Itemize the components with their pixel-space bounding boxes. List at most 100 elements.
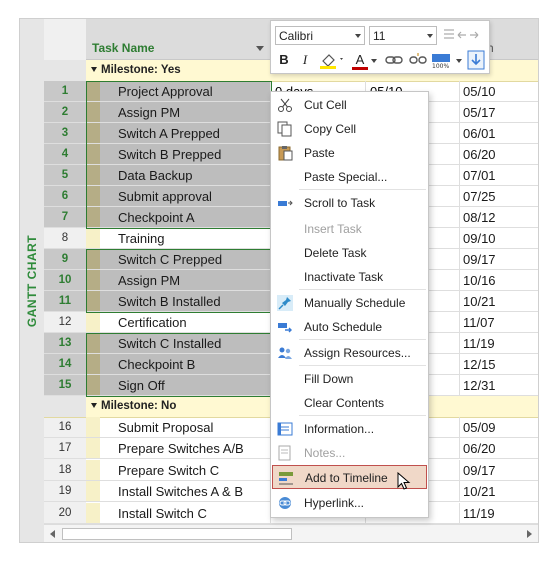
finish-cell[interactable]: 06/20	[460, 144, 538, 165]
column-dropdown-icon[interactable]	[256, 46, 264, 51]
row-number[interactable]: 6	[44, 186, 86, 207]
menu-item-fill-down[interactable]: Fill Down	[272, 367, 427, 391]
menu-item-assign-resources[interactable]: Assign Resources...	[272, 341, 427, 365]
percent-complete-icon[interactable]: 100%	[431, 51, 453, 69]
font-name-dropdown[interactable]: Calibri	[275, 26, 365, 45]
row-number[interactable]: 14	[44, 354, 86, 375]
task-name-cell[interactable]: Data Backup	[86, 165, 271, 186]
collapse-triangle-icon[interactable]	[91, 67, 97, 72]
row-number[interactable]: 17	[44, 438, 86, 460]
task-name-cell[interactable]: Install Switches A & B	[86, 481, 271, 503]
horizontal-scrollbar[interactable]	[44, 524, 538, 542]
finish-cell[interactable]: 10/21	[460, 481, 538, 503]
finish-cell[interactable]: 05/17	[460, 102, 538, 123]
mark-on-track-icon[interactable]	[467, 50, 485, 70]
finish-cell[interactable]: 06/01	[460, 123, 538, 144]
task-name-cell[interactable]: Switch C Installed	[86, 333, 271, 354]
menu-item-delete-task[interactable]: Delete Task	[272, 241, 427, 265]
menu-item-inactivate-task[interactable]: Inactivate Task	[272, 265, 427, 289]
task-name-cell[interactable]: Assign PM	[86, 270, 271, 291]
task-name-cell[interactable]: Prepare Switch C	[86, 459, 271, 481]
task-name-cell[interactable]: Certification	[86, 312, 271, 333]
menu-item-manually-schedule[interactable]: Manually Schedule	[272, 291, 427, 315]
bold-button[interactable]: B	[277, 50, 291, 70]
people-icon	[277, 345, 293, 361]
font-size-dropdown[interactable]: 11	[369, 26, 437, 45]
row-number[interactable]: 20	[44, 503, 86, 524]
menu-item-auto-schedule[interactable]: Auto Schedule	[272, 315, 427, 339]
task-name-cell[interactable]: Switch B Installed	[86, 291, 271, 312]
task-name-cell[interactable]: Checkpoint A	[86, 207, 271, 228]
row-number[interactable]: 12	[44, 312, 86, 333]
finish-cell[interactable]: 11/19	[460, 503, 538, 524]
menu-item-scroll-to-task[interactable]: Scroll to Task	[272, 191, 427, 215]
link-icon[interactable]	[385, 52, 403, 68]
task-name-cell[interactable]: Submit approval	[86, 186, 271, 207]
fill-color-icon[interactable]	[318, 50, 346, 70]
row-number[interactable]: 13	[44, 333, 86, 354]
row-number[interactable]: 5	[44, 165, 86, 186]
finish-cell[interactable]: 06/20	[460, 438, 538, 460]
menu-item-paste[interactable]: Paste	[272, 141, 427, 165]
task-name-cell[interactable]: Project Approval	[86, 81, 271, 102]
task-name-cell[interactable]: Submit Proposal	[86, 417, 271, 438]
scroll-task-icon	[277, 195, 293, 211]
task-name-cell[interactable]: Switch B Prepped	[86, 144, 271, 165]
scrollbar-thumb[interactable]	[62, 528, 292, 540]
task-name-cell[interactable]: Sign Off	[86, 375, 271, 396]
chevron-down-icon[interactable]	[371, 59, 377, 63]
task-name-cell[interactable]: Assign PM	[86, 102, 271, 123]
task-name-cell[interactable]: Training	[86, 228, 271, 249]
row-number[interactable]: 16	[44, 417, 86, 438]
task-name-cell[interactable]: Checkpoint B	[86, 354, 271, 375]
task-name-cell[interactable]: Prepare Switches A/B	[86, 438, 271, 460]
finish-cell[interactable]: 05/10	[460, 81, 538, 102]
task-name-cell[interactable]: Install Switch C	[86, 502, 271, 524]
finish-cell[interactable]: 11/19	[460, 333, 538, 354]
task-name-column-header[interactable]: Task Name	[92, 41, 154, 55]
row-number[interactable]: 1	[44, 81, 86, 102]
finish-cell[interactable]: 09/10	[460, 228, 538, 249]
indent-outdent-icons[interactable]	[442, 27, 482, 45]
view-side-label[interactable]: GANTT CHART	[20, 19, 44, 542]
menu-item-paste-special[interactable]: Paste Special...	[272, 165, 427, 189]
finish-cell[interactable]: 09/17	[460, 249, 538, 270]
row-number[interactable]: 15	[44, 375, 86, 396]
finish-cell[interactable]: 11/07	[460, 312, 538, 333]
finish-cell[interactable]: 07/25	[460, 186, 538, 207]
context-menu: Cut Cell Copy Cell Paste Paste Special... Sc…	[270, 91, 429, 518]
menu-separator	[299, 189, 426, 190]
menu-item-hyperlink[interactable]: Hyperlink...	[272, 491, 427, 515]
row-number[interactable]: 19	[44, 481, 86, 503]
row-number[interactable]: 18	[44, 460, 86, 481]
unlink-icon[interactable]	[409, 52, 427, 68]
task-name-cell[interactable]: Switch A Prepped	[86, 123, 271, 144]
italic-button[interactable]: I	[298, 50, 312, 70]
row-number[interactable]: 3	[44, 123, 86, 144]
chevron-down-icon[interactable]	[456, 59, 462, 63]
finish-cell[interactable]: 09/17	[460, 460, 538, 481]
row-number[interactable]: 10	[44, 270, 86, 291]
scroll-right-icon[interactable]	[527, 530, 532, 538]
collapse-triangle-icon[interactable]	[91, 403, 97, 408]
finish-cell[interactable]: 12/31	[460, 375, 538, 396]
row-number[interactable]: 11	[44, 291, 86, 312]
row-number[interactable]: 2	[44, 102, 86, 123]
finish-cell[interactable]: 08/12	[460, 207, 538, 228]
task-name-cell[interactable]: Switch C Prepped	[86, 249, 271, 270]
finish-cell[interactable]: 10/16	[460, 270, 538, 291]
finish-cell[interactable]: 12/15	[460, 354, 538, 375]
row-number[interactable]: 9	[44, 249, 86, 270]
row-number[interactable]: 8	[44, 228, 86, 249]
row-number[interactable]: 7	[44, 207, 86, 228]
row-number[interactable]: 4	[44, 144, 86, 165]
menu-item-cut-cell[interactable]: Cut Cell	[272, 93, 427, 117]
menu-item-copy-cell[interactable]: Copy Cell	[272, 117, 427, 141]
finish-cell[interactable]: 07/01	[460, 165, 538, 186]
scroll-left-icon[interactable]	[50, 530, 55, 538]
menu-item-clear-contents[interactable]: Clear Contents	[272, 391, 427, 415]
menu-item-information[interactable]: Information...	[272, 417, 427, 441]
font-name-value: Calibri	[279, 29, 314, 43]
finish-cell[interactable]: 10/21	[460, 291, 538, 312]
finish-cell[interactable]: 05/09	[460, 417, 538, 438]
